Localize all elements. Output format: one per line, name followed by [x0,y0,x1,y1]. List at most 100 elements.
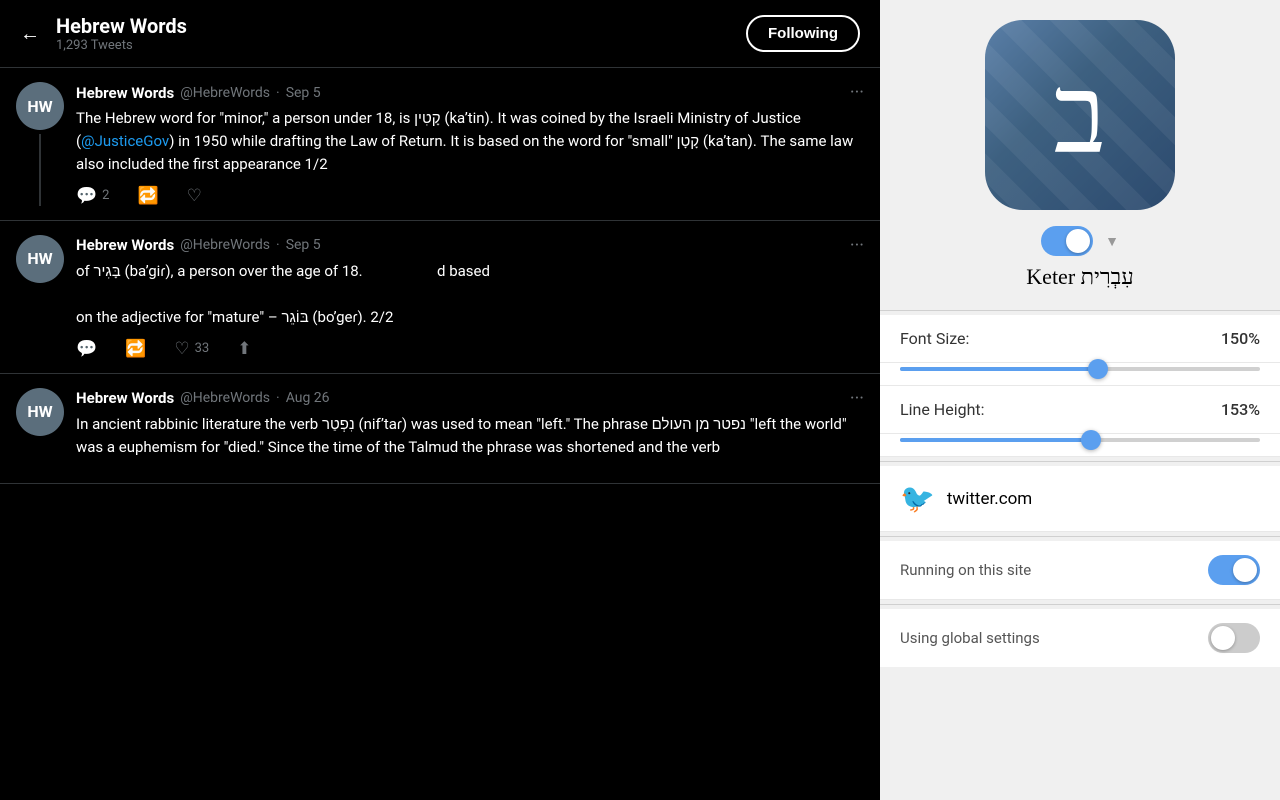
tweet-list: HW Hebrew Words @HebreWords · Sep 5 ··· … [0,68,880,800]
retweet-action[interactable]: 🔁 [137,186,158,206]
retweet-action[interactable]: 🔁 [125,339,146,359]
app-icon: ב [985,20,1175,210]
reply-action[interactable]: 💬 2 [76,186,109,206]
line-height-slider-row [880,434,1280,457]
table-row: HW Hebrew Words @HebreWords · Aug 26 ···… [0,374,880,484]
tweet-more-button[interactable]: ··· [850,388,864,409]
divider-4 [880,604,1280,605]
font-size-slider-thumb[interactable] [1088,359,1108,379]
tweet-mention[interactable]: @JusticeGov [81,132,169,150]
tweet-author: Hebrew Words [76,389,174,407]
tweet-content: Hebrew Words @HebreWords · Sep 5 ··· The… [76,82,864,206]
tweet-text: The Hebrew word for "minor," a person un… [76,107,864,176]
profile-name: Hebrew Words [56,14,187,38]
tweet-actions: 💬 🔁 ♡ 33 ⬆ [76,339,864,359]
font-size-value: 150% [1221,329,1260,348]
reply-action[interactable]: 💬 [76,339,97,359]
line-height-section: Line Height: 153% [880,386,1280,457]
like-count: 33 [195,341,210,356]
tweet-dot-separator: · [276,390,280,406]
tweet-meta: Hebrew Words @HebreWords · Aug 26 [76,389,330,407]
site-row: 🐦 twitter.com [880,466,1280,532]
divider-3 [880,536,1280,537]
global-toggle-knob [1211,626,1235,650]
table-row: HW Hebrew Words @HebreWords · Sep 5 ··· … [0,221,880,374]
tweet-text: In ancient rabbinic literature the verb … [76,413,864,459]
extension-panel: ב ▼ עִבְרִית Keter Font Size: 150% [880,0,1280,800]
reply-count: 2 [102,188,109,203]
tweet-dot-separator: · [276,85,280,101]
main-toggle[interactable] [1041,226,1093,256]
running-toggle-knob [1233,558,1257,582]
reply-icon: 💬 [76,339,97,359]
tweet-meta: Hebrew Words @HebreWords · Sep 5 [76,236,321,254]
tweet-meta: Hebrew Words @HebreWords · Sep 5 [76,84,321,102]
tweet-author: Hebrew Words [76,84,174,102]
font-size-slider-track[interactable] [900,367,1260,371]
line-height-row: Line Height: 153% [880,386,1280,434]
global-settings-label: Using global settings [900,629,1040,647]
running-toggle[interactable] [1208,555,1260,585]
tweet-header: Hebrew Words @HebreWords · Sep 5 ··· [76,82,864,103]
line-height-label: Line Height: [900,400,985,419]
table-row: HW Hebrew Words @HebreWords · Sep 5 ··· … [0,68,880,221]
retweet-icon: 🔁 [125,339,146,359]
reply-icon: 💬 [76,186,97,206]
like-icon: ♡ [187,186,202,206]
font-size-slider-row [880,363,1280,386]
tweet-dot-separator: · [276,237,280,253]
toggle-knob [1066,229,1090,253]
tweet-actions: 💬 2 🔁 ♡ [76,186,864,206]
tweet-handle: @HebreWords [180,85,270,101]
divider [880,310,1280,311]
app-icon-letter: ב [1053,60,1106,170]
like-action[interactable]: ♡ [187,186,202,206]
tweet-handle: @HebreWords [180,390,270,406]
line-height-slider-track[interactable] [900,438,1260,442]
tweet-date: Sep 5 [286,237,321,253]
tweet-date: Aug 26 [286,390,330,406]
main-toggle-row: ▼ [1041,226,1119,256]
tweet-content: Hebrew Words @HebreWords · Aug 26 ··· In… [76,388,864,469]
font-size-row: Font Size: 150% [880,315,1280,363]
running-label: Running on this site [900,561,1031,579]
share-action[interactable]: ⬆ [237,339,251,359]
twitter-feed-panel: ← Hebrew Words 1,293 Tweets Following HW… [0,0,880,800]
tweet-more-button[interactable]: ··· [850,235,864,256]
tweet-author: Hebrew Words [76,236,174,254]
avatar: HW [16,82,64,130]
global-toggle[interactable] [1208,623,1260,653]
profile-info: Hebrew Words 1,293 Tweets [56,14,187,53]
twitter-bird-icon: 🐦 [900,482,935,515]
tweet-text: of בָּגִיר (baʼgiɾ), a person over the a… [76,260,864,329]
avatar: HW [16,235,64,283]
share-icon: ⬆ [237,339,251,359]
back-button[interactable]: ← [20,21,40,46]
line-height-value: 153% [1221,400,1260,419]
like-icon: ♡ [174,339,189,359]
following-button[interactable]: Following [746,15,860,52]
divider-2 [880,461,1280,462]
retweet-icon: 🔁 [137,186,158,206]
tweet-more-button[interactable]: ··· [850,82,864,103]
site-name: twitter.com [947,489,1032,509]
tweet-header: Hebrew Words @HebreWords · Aug 26 ··· [76,388,864,409]
global-settings-row: Using global settings [880,609,1280,667]
line-height-slider-thumb[interactable] [1081,430,1101,450]
font-size-label: Font Size: [900,329,969,348]
header-left: ← Hebrew Words 1,293 Tweets [20,14,187,53]
profile-header: ← Hebrew Words 1,293 Tweets Following [0,0,880,68]
tweet-date: Sep 5 [286,85,321,101]
tweet-content: Hebrew Words @HebreWords · Sep 5 ··· of … [76,235,864,359]
line-height-slider-fill [900,438,1091,442]
font-size-section: Font Size: 150% [880,315,1280,386]
font-size-slider-fill [900,367,1098,371]
profile-tweets-count: 1,293 Tweets [56,38,187,53]
avatar: HW [16,388,64,436]
font-name-label: עִבְרִית Keter [1026,264,1133,290]
like-action[interactable]: ♡ 33 [174,339,209,359]
running-row: Running on this site [880,541,1280,600]
tweet-handle: @HebreWords [180,237,270,253]
chevron-down-icon[interactable]: ▼ [1105,233,1119,250]
tweet-header: Hebrew Words @HebreWords · Sep 5 ··· [76,235,864,256]
